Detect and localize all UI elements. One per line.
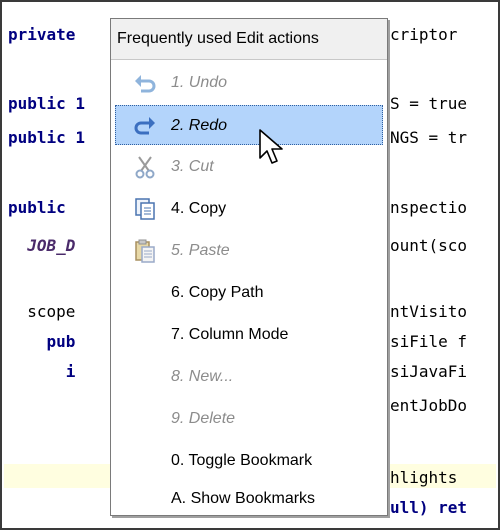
menu-item-copy-path[interactable]: 6. Copy Path [115,273,383,313]
code-text: scope [8,302,76,321]
code-keyword: pub [8,332,76,351]
code-fragment: ull) ret [390,498,468,517]
code-fragment: criptor [390,25,458,44]
code-keyword-public: public 1 [8,128,86,147]
code-keyword-public: public [8,198,66,217]
code-line: i [8,360,76,384]
code-line: JOB_D [8,234,75,258]
code-fragment: entJobDo [390,396,468,415]
code-line: scope [8,300,75,324]
code-fragment: hlights [390,468,468,487]
code-fragment: siJavaFi [390,362,468,381]
menu-item-cut[interactable]: 3. Cut [115,147,383,187]
menu-item-delete[interactable]: 9. Delete [115,399,383,439]
code-line: public 1 [8,92,85,116]
menu-item-copy[interactable]: 4. Copy [115,189,383,229]
code-fragment: siFile f [390,332,468,351]
code-fragment: ount(sco [390,236,468,255]
menu-item-column-mode[interactable]: 7. Column Mode [115,315,383,355]
paste-icon [133,239,157,263]
menu-item-new[interactable]: 8. New... [115,357,383,397]
copy-icon [133,197,157,221]
code-line: pub [8,330,76,354]
code-keyword-private: private [8,25,76,44]
undo-icon [133,71,157,95]
menu-item-toggle-bookmark[interactable]: 0. Toggle Bookmark [115,441,383,481]
code-line: public [8,196,66,220]
code-fragment: NGS = tr [390,128,468,147]
menu-item-redo[interactable]: 2. Redo [115,105,383,145]
code-fragment: nspectio [390,198,468,217]
edit-actions-popup: Frequently used Edit actions 1. Undo 2. … [110,18,388,516]
code-keyword-public: public 1 [8,94,86,113]
code-fragment: ntVisito [390,302,468,321]
code-line: public 1 [8,126,85,150]
menu-item-show-bookmarks[interactable]: A. Show Bookmarks [115,479,383,519]
code-constant: JOB_D [8,236,76,255]
cut-icon [133,155,157,179]
menu-item-undo[interactable]: 1. Undo [115,63,383,103]
popup-title: Frequently used Edit actions [111,19,387,60]
redo-icon [133,113,157,137]
code-line: private [8,23,75,47]
code-fragment: S = true [390,94,468,113]
menu-item-paste[interactable]: 5. Paste [115,231,383,271]
mouse-pointer-icon [258,128,288,168]
code-keyword: i [8,362,76,381]
